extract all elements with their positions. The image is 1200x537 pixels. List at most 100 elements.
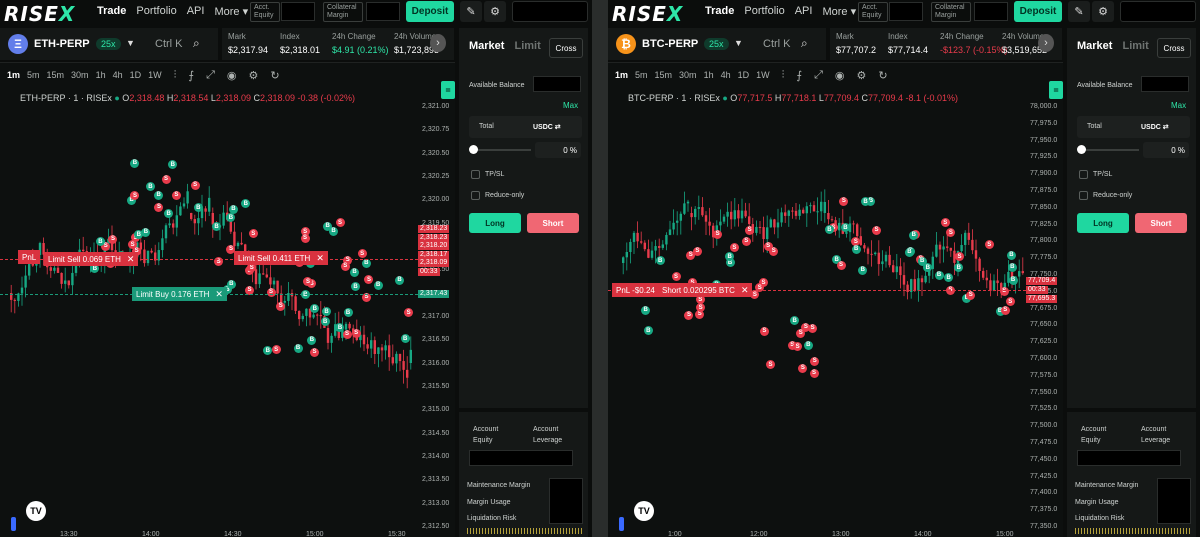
candles-icon[interactable]: ⫶	[174, 69, 177, 82]
buy-marker[interactable]: B	[1008, 275, 1018, 285]
timeframe-1m[interactable]: 1m	[615, 70, 628, 80]
currency-select[interactable]: USDC ⇄	[533, 123, 561, 131]
timeframe-1W[interactable]: 1W	[756, 70, 770, 80]
sell-marker[interactable]: S	[836, 260, 846, 270]
slider-knob[interactable]	[469, 145, 478, 154]
buy-marker[interactable]: B	[934, 270, 944, 280]
tab-limit[interactable]: Limit	[1122, 40, 1148, 52]
total-input[interactable]: Total USDC ⇄	[1077, 116, 1190, 138]
buy-marker[interactable]: B	[154, 190, 164, 200]
buy-marker[interactable]: B	[858, 265, 868, 275]
short-button[interactable]: Short	[527, 213, 579, 233]
sell-marker[interactable]: S	[310, 347, 319, 357]
reload-icon[interactable]: ↻	[270, 69, 279, 82]
limit-sell-order[interactable]: Limit Sell 0.069 ETH ✕	[44, 252, 139, 266]
buy-marker[interactable]: B	[351, 282, 361, 292]
buy-marker[interactable]: B	[343, 308, 353, 318]
order-panel-toggle[interactable]: ≣	[1049, 81, 1063, 99]
sell-marker[interactable]: S	[266, 287, 276, 297]
buy-marker[interactable]: B	[400, 334, 410, 344]
sell-marker[interactable]: S	[741, 236, 751, 246]
sell-marker[interactable]: S	[745, 225, 755, 235]
tab-market[interactable]: Market	[469, 40, 504, 52]
margin-mode-button[interactable]: Cross	[549, 38, 583, 58]
nav-item-trade[interactable]: Trade	[97, 5, 126, 18]
candlestick-chart[interactable]	[608, 103, 1026, 523]
scroll-handle[interactable]	[619, 517, 624, 531]
buy-marker[interactable]: B	[851, 244, 861, 254]
close-icon[interactable]: ✕	[127, 254, 135, 265]
tradingview-logo[interactable]: TV	[26, 501, 46, 521]
buy-marker[interactable]: B	[228, 204, 238, 214]
buy-marker[interactable]: B	[226, 279, 236, 289]
sell-marker[interactable]: S	[808, 323, 818, 333]
order-panel-toggle[interactable]: ≣	[441, 81, 455, 99]
timeframe-1h[interactable]: 1h	[704, 70, 714, 80]
buy-marker[interactable]: B	[395, 275, 405, 285]
search-icon[interactable]: ⌕	[801, 36, 808, 51]
wallet-address[interactable]	[1120, 1, 1196, 22]
indicators-icon[interactable]: ⨍	[796, 69, 802, 82]
buy-marker[interactable]: B	[1006, 250, 1016, 260]
wallet-address[interactable]	[512, 1, 588, 22]
deposit-button[interactable]: Deposit	[406, 1, 454, 22]
sell-marker[interactable]: S	[999, 286, 1009, 296]
ticker-selector[interactable]: ₿ BTC-PERP 25x ▼ Ctrl K ⌕	[608, 28, 826, 60]
reduce-only-checkbox[interactable]	[1079, 191, 1088, 200]
search-icon[interactable]: ⌕	[193, 36, 200, 51]
nav-item-trade[interactable]: Trade	[705, 5, 734, 18]
fullscreen-icon[interactable]: ⤢	[206, 69, 215, 82]
timeframe-1D[interactable]: 1D	[738, 70, 750, 80]
candlestick-chart[interactable]	[0, 103, 418, 523]
risex-logo[interactable]: RISEX	[4, 2, 75, 26]
pnl-tag[interactable]: PnL	[18, 250, 41, 264]
tpsl-checkbox[interactable]	[471, 170, 480, 179]
sell-marker[interactable]: S	[276, 301, 286, 311]
timeframe-1W[interactable]: 1W	[148, 70, 162, 80]
chevron-down-icon[interactable]: ▼	[126, 38, 135, 48]
nav-item-portfolio[interactable]: Portfolio	[136, 5, 176, 18]
reload-icon[interactable]: ↻	[878, 69, 887, 82]
feedback-icon[interactable]: ✎	[1068, 1, 1090, 22]
sell-marker[interactable]: S	[686, 250, 696, 260]
buy-marker[interactable]: B	[373, 280, 383, 290]
tpsl-checkbox[interactable]	[1079, 170, 1088, 179]
size-slider[interactable]	[471, 149, 531, 151]
chart-area[interactable]: 1m 5m 15m 30m 1h 4h 1D 1W ⫶ ⨍ ⤢ ◉ ⚙ ↻ ETH-PERP · 1 · R…	[0, 62, 455, 537]
buy-marker[interactable]: B	[641, 305, 651, 315]
sell-marker[interactable]: S	[809, 368, 819, 378]
nav-item-more[interactable]: More ▾	[214, 5, 248, 18]
reduce-only-checkbox[interactable]	[471, 191, 480, 200]
timeframe-4h[interactable]: 4h	[721, 70, 731, 80]
chart-settings-icon[interactable]: ⚙	[857, 69, 867, 82]
sell-marker[interactable]: S	[759, 326, 769, 336]
candles-icon[interactable]: ⫶	[782, 69, 785, 82]
sell-marker[interactable]: S	[671, 272, 681, 282]
sell-marker[interactable]: S	[872, 225, 882, 235]
limit-sell-order[interactable]: Limit Sell 0.411 ETH ✕	[234, 251, 328, 265]
scroll-handle[interactable]	[11, 517, 16, 531]
buy-marker[interactable]: B	[323, 221, 333, 231]
slider-knob[interactable]	[1077, 145, 1086, 154]
sell-marker[interactable]: S	[351, 328, 361, 338]
currency-select[interactable]: USDC ⇄	[1141, 123, 1169, 131]
sell-marker[interactable]: S	[300, 233, 310, 243]
sell-marker[interactable]: S	[171, 190, 181, 200]
close-icon[interactable]: ✕	[316, 253, 324, 264]
sell-marker[interactable]: S	[342, 329, 352, 339]
ticker-selector[interactable]: Ξ ETH-PERP 25x ▼ Ctrl K ⌕	[0, 28, 218, 60]
sell-marker[interactable]: S	[190, 180, 200, 190]
sell-marker[interactable]: S	[713, 229, 723, 239]
nav-item-api[interactable]: API	[795, 5, 813, 18]
deposit-button[interactable]: Deposit	[1014, 1, 1062, 22]
settings-icon[interactable]: ⚙	[1092, 1, 1114, 22]
screenshot-icon[interactable]: ◉	[835, 69, 845, 82]
timeframe-1h[interactable]: 1h	[96, 70, 106, 80]
timeframe-30m[interactable]: 30m	[679, 70, 697, 80]
sell-marker[interactable]: S	[769, 246, 779, 256]
buy-marker[interactable]: B	[320, 317, 330, 327]
tab-limit[interactable]: Limit	[514, 40, 540, 52]
size-percent-input[interactable]: 0 %	[535, 142, 581, 158]
buy-marker[interactable]: B	[904, 247, 914, 257]
buy-marker[interactable]: B	[293, 343, 303, 353]
